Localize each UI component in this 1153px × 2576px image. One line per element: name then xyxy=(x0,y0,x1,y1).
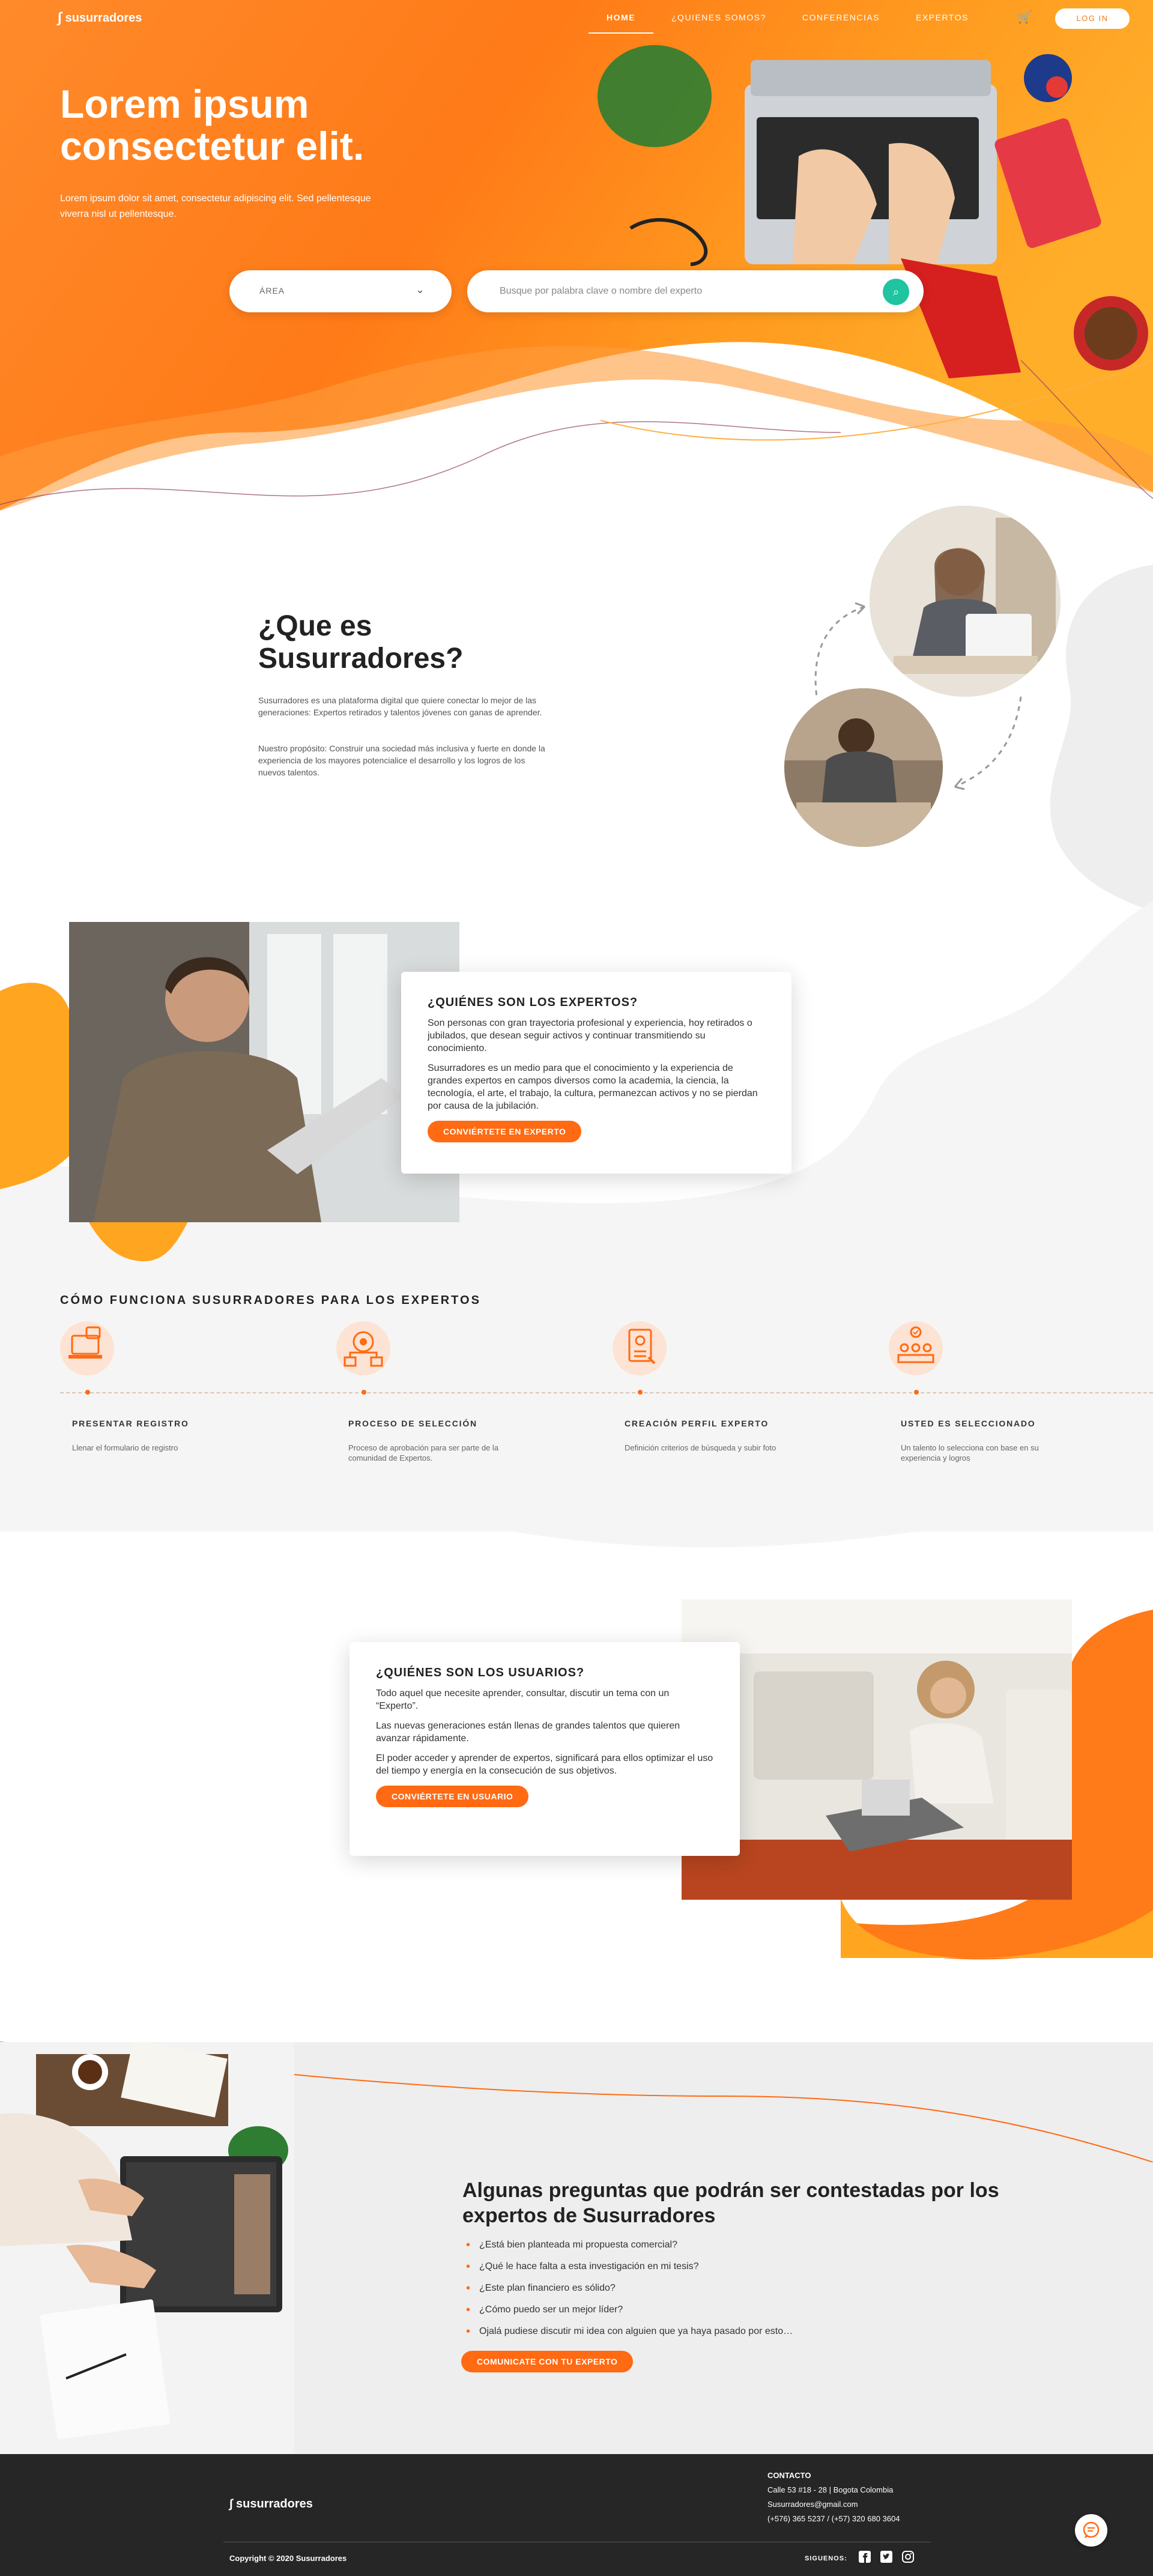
about-title: ¿Que es Susurradores? xyxy=(258,610,464,674)
users-paragraph-3: El poder acceder y aprender de expertos,… xyxy=(376,1753,713,1776)
how-title: CÓMO FUNCIONA SUSURRADORES PARA LOS EXPE… xyxy=(60,1294,481,1307)
search-button[interactable]: ⌕ xyxy=(883,279,909,305)
faq-item: ¿Está bien planteada mi propuesta comerc… xyxy=(466,2234,793,2256)
nav-item-quienes-somos[interactable]: ¿QUIENES SOMOS? xyxy=(653,12,784,34)
twitter-icon[interactable] xyxy=(879,2550,894,2565)
timeline-dot xyxy=(85,1390,90,1395)
footer-contact: CONTACTO Calle 53 #18 - 28 | Bogota Colo… xyxy=(767,2468,900,2526)
step-title: PROCESO DE SELECCIÓN xyxy=(348,1419,477,1428)
how-step-3: CREACIÓN PERFIL EXPERTO Definición crite… xyxy=(613,1321,793,1452)
chevron-down-icon: ⌄ xyxy=(416,283,426,295)
search-bar: ⌕ xyxy=(467,270,924,312)
laptop-lock-icon xyxy=(60,1321,114,1375)
contact-heading: CONTACTO xyxy=(767,2471,811,2480)
about-paragraph-2: Nuestro propósito: Construir una socieda… xyxy=(258,744,545,777)
faq-item: ¿Qué le hace falta a esta investigación … xyxy=(466,2256,793,2277)
step-description: Un talento lo selecciona con base en su … xyxy=(901,1443,1039,1462)
nav-item-expertos[interactable]: EXPERTOS xyxy=(898,12,987,34)
copyright-text: Copyright © 2020 Susurradores xyxy=(229,2554,347,2563)
how-step-4: USTED ES SELECCIONADO Un talento lo sele… xyxy=(889,1321,1069,1462)
become-user-button[interactable]: CONVIÉRTETE EN USUARIO xyxy=(376,1786,529,1807)
experts-paragraph-2: Susurradores es un medio para que el con… xyxy=(428,1063,758,1111)
circular-arrows-decoration xyxy=(814,602,1022,790)
step-title: CREACIÓN PERFIL EXPERTO xyxy=(625,1419,769,1428)
footer: ∫ susurradores CONTACTO Calle 53 #18 - 2… xyxy=(0,2454,1153,2576)
experts-card: ¿QUIÉNES SON LOS EXPERTOS? Son personas … xyxy=(401,972,791,1174)
step-title: PRESENTAR REGISTRO xyxy=(72,1419,189,1428)
selected-people-icon xyxy=(889,1321,943,1375)
search-icon: ⌕ xyxy=(892,286,900,298)
become-expert-button[interactable]: CONVIÉRTETE EN EXPERTO xyxy=(428,1121,582,1142)
footer-brand-name: susurradores xyxy=(236,2497,313,2511)
users-paragraph-1: Todo aquel que necesite aprender, consul… xyxy=(376,1688,670,1711)
faq-item: ¿Este plan financiero es sólido? xyxy=(466,2277,793,2299)
login-button[interactable]: LOG IN xyxy=(1055,8,1130,29)
gears-network-icon xyxy=(336,1321,390,1375)
nav-item-conferencias[interactable]: CONFERENCIAS xyxy=(784,12,898,34)
brand-logo[interactable]: ∫ susurradores xyxy=(58,10,142,26)
logo-mark-icon: ∫ xyxy=(229,2497,237,2511)
faq-item: Ojalá pudiese discutir mi idea con algui… xyxy=(466,2321,793,2342)
instagram-icon[interactable] xyxy=(901,2550,915,2565)
follow-label: SIGUENOS: xyxy=(805,2555,847,2562)
step-title: USTED ES SELECCIONADO xyxy=(901,1419,1036,1428)
brand-name: susurradores xyxy=(65,11,142,25)
users-card: ¿QUIÉNES SON LOS USUARIOS? Todo aquel qu… xyxy=(350,1642,740,1856)
search-input[interactable] xyxy=(500,282,836,300)
timeline-dot xyxy=(362,1390,366,1395)
cart-icon[interactable]: 🛒 xyxy=(1017,10,1032,25)
step-description: Llenar el formulario de registro xyxy=(72,1443,178,1452)
faq-list: ¿Está bien planteada mi propuesta comerc… xyxy=(466,2234,793,2342)
step-description: Proceso de aprobación para ser parte de … xyxy=(348,1443,499,1462)
step-description: Definición criterios de búsqueda y subir… xyxy=(625,1443,776,1452)
contact-email[interactable]: Susurradores@gmail.com xyxy=(767,2497,900,2512)
experts-title: ¿QUIÉNES SON LOS EXPERTOS? xyxy=(428,996,638,1009)
top-navigation: ∫ susurradores HOME ¿QUIENES SOMOS? CONF… xyxy=(0,0,1153,36)
about-paragraph-1: Susurradores es una plataforma digital q… xyxy=(258,696,542,717)
users-paragraph-2: Las nuevas generaciones están llenas de … xyxy=(376,1721,680,1744)
contact-phone: (+576) 365 5237 / (+57) 320 680 3604 xyxy=(767,2514,900,2523)
footer-logo[interactable]: ∫ susurradores xyxy=(229,2497,313,2511)
users-title: ¿QUIÉNES SON LOS USUARIOS? xyxy=(376,1666,585,1679)
facebook-icon[interactable] xyxy=(858,2550,872,2565)
timeline-dot xyxy=(914,1390,919,1395)
contact-address: Calle 53 #18 - 28 | Bogota Colombia xyxy=(767,2485,894,2494)
desk-overhead-photo xyxy=(0,2042,294,2454)
faq-title: Algunas preguntas que podrán ser contest… xyxy=(462,2179,999,2227)
chat-icon xyxy=(1083,2521,1100,2538)
contact-expert-button[interactable]: COMUNICATE CON TU EXPERTO xyxy=(461,2351,634,2372)
nav-item-home[interactable]: HOME xyxy=(589,12,653,34)
area-select-value: ÁREA xyxy=(259,286,285,295)
hero-title: Lorem ipsum consectetur elit. xyxy=(60,82,365,168)
faq-item: ¿Cómo puedo ser un mejor líder? xyxy=(466,2299,793,2321)
hero-section: ∫ susurradores HOME ¿QUIENES SOMOS? CONF… xyxy=(0,0,1153,541)
logo-mark-icon: ∫ xyxy=(58,10,62,26)
hero-subtitle: Lorem ipsum dolor sit amet, consectetur … xyxy=(60,193,371,219)
chat-button[interactable] xyxy=(1075,2514,1107,2547)
how-timeline-line xyxy=(60,1392,1153,1393)
main-menu: HOME ¿QUIENES SOMOS? CONFERENCIAS EXPERT… xyxy=(589,12,987,34)
how-step-2: PROCESO DE SELECCIÓN Proceso de aprobaci… xyxy=(336,1321,516,1462)
area-select[interactable]: ÁREA ⌄ xyxy=(229,270,452,312)
how-step-1: PRESENTAR REGISTRO Llenar el formulario … xyxy=(60,1321,240,1452)
user-woman-photo xyxy=(682,1599,1072,1900)
profile-document-icon xyxy=(613,1321,667,1375)
timeline-dot xyxy=(638,1390,643,1395)
experts-paragraph-1: Son personas con gran trayectoria profes… xyxy=(428,1018,752,1053)
